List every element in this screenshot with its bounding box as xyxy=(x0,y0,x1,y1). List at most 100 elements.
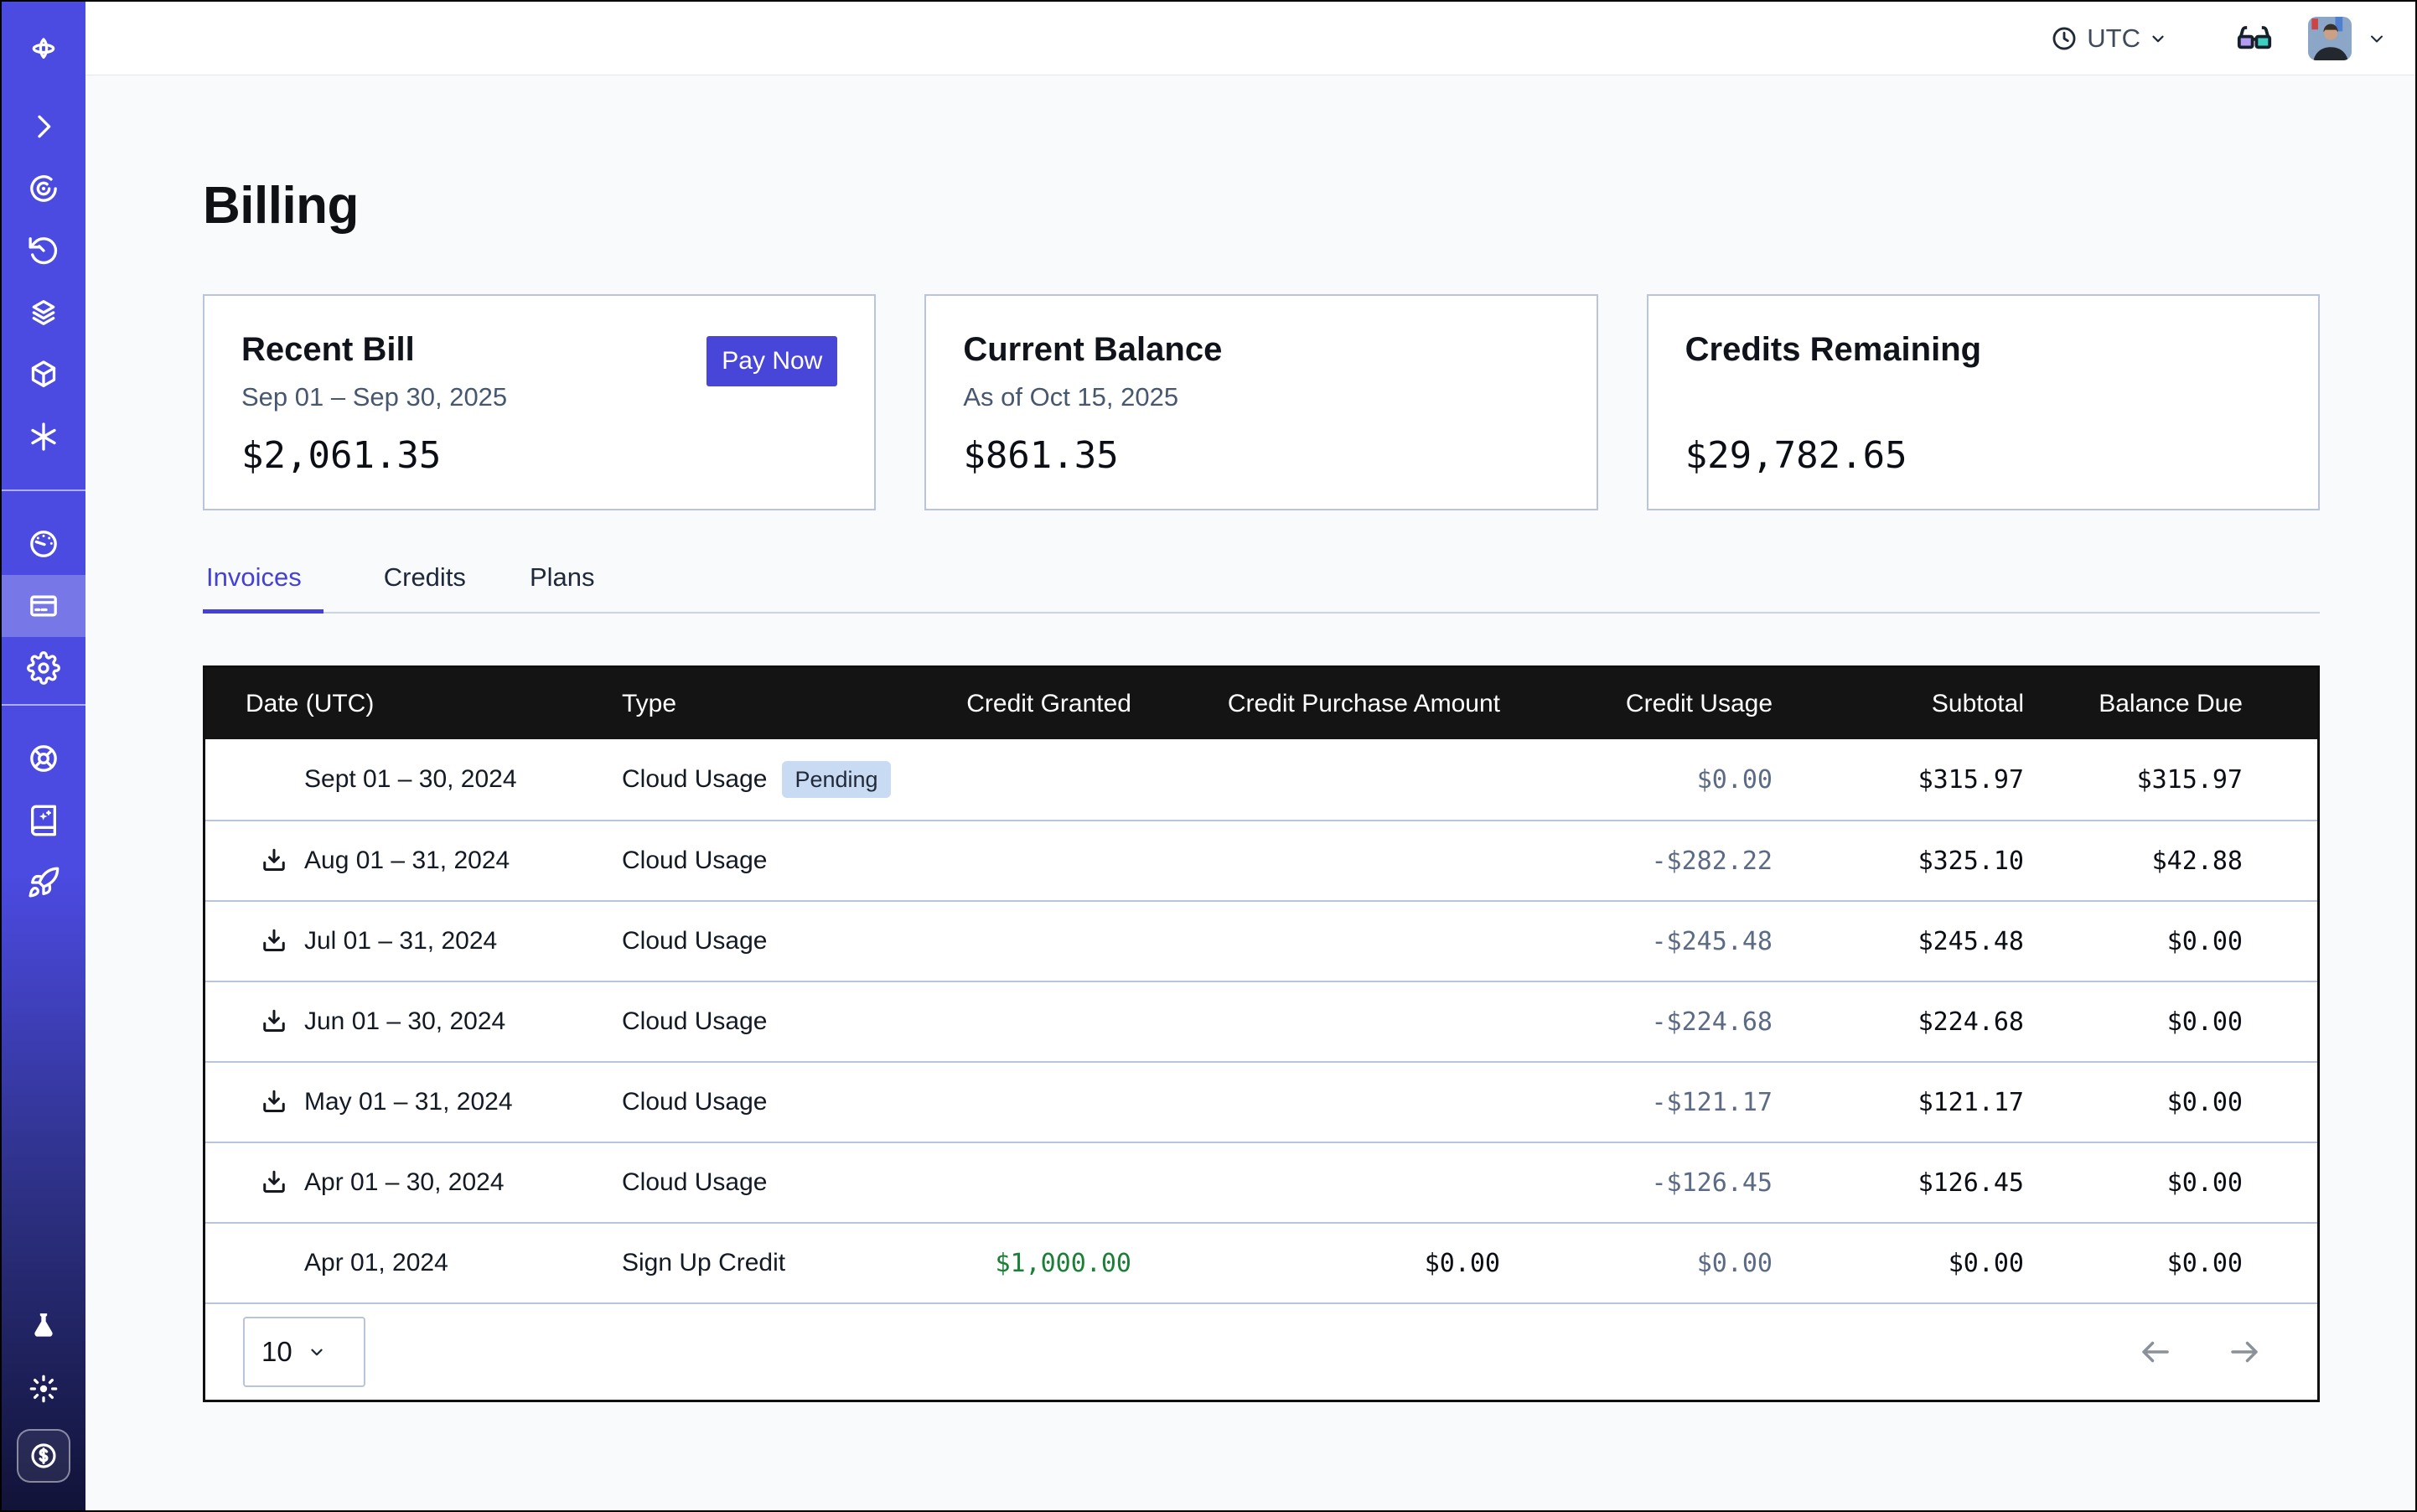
invoices-table: Date (UTC) Type Credit Granted Credit Pu… xyxy=(203,665,2320,1402)
clock-icon xyxy=(2050,24,2078,53)
sidebar-item-credits[interactable] xyxy=(2,1420,85,1492)
previous-page-button[interactable] xyxy=(2138,1334,2173,1370)
summary-cards: Recent Bill Sep 01 – Sep 30, 2025 $2,061… xyxy=(203,294,2320,510)
reader-mode-button[interactable] xyxy=(2234,18,2275,59)
account-menu-chevron-icon[interactable] xyxy=(2367,28,2387,49)
table-row: Jun 01 – 30, 2024 Cloud Usage -$224.68 $… xyxy=(205,981,2317,1061)
invoice-type: Cloud Usage xyxy=(622,765,767,794)
gauge-icon xyxy=(27,527,60,561)
page-size-value: 10 xyxy=(261,1336,292,1368)
invoice-type: Cloud Usage xyxy=(622,1168,767,1197)
subtotal: $126.45 xyxy=(1806,1168,2057,1198)
subtotal: $245.48 xyxy=(1806,927,2057,956)
timezone-label: UTC xyxy=(2087,23,2140,54)
credit-purchase: $0.00 xyxy=(1165,1249,1534,1278)
table-row: Apr 01 – 30, 2024 Cloud Usage -$126.45 $… xyxy=(205,1142,2317,1222)
page-title: Billing xyxy=(203,176,2320,236)
credit-usage: -$126.45 xyxy=(1534,1168,1806,1198)
billing-page: UTC Billing Recent Bill Sep 01 – Sep 30,… xyxy=(0,0,2417,1512)
sidebar-item-getting-started[interactable] xyxy=(2,852,85,914)
download-icon xyxy=(259,1007,289,1037)
download-invoice-button[interactable] xyxy=(257,1085,291,1119)
credit-usage: -$121.17 xyxy=(1534,1088,1806,1117)
app-logo[interactable] xyxy=(2,8,85,96)
sidebar-item-labs[interactable] xyxy=(2,1296,85,1358)
column-header-credit-granted: Credit Granted xyxy=(951,690,1165,718)
sidebar-item-settings[interactable] xyxy=(2,637,85,699)
credit-granted: $1,000.00 xyxy=(951,1249,1165,1278)
download-icon xyxy=(259,1087,289,1117)
flask-icon xyxy=(27,1310,60,1344)
layers-icon xyxy=(27,296,60,329)
next-page-button[interactable] xyxy=(2227,1334,2262,1370)
sun-icon xyxy=(27,1372,60,1406)
balance-due: $42.88 xyxy=(2057,847,2321,876)
column-header-credit-usage: Credit Usage xyxy=(1534,690,1806,718)
credit-usage: $0.00 xyxy=(1534,765,1806,795)
table-row: May 01 – 31, 2024 Cloud Usage -$121.17 $… xyxy=(205,1061,2317,1142)
lifebuoy-icon xyxy=(27,742,60,775)
download-invoice-button[interactable] xyxy=(257,1166,291,1199)
download-icon xyxy=(259,1168,289,1198)
invoice-date: Apr 01 – 30, 2024 xyxy=(304,1168,505,1197)
cube-icon xyxy=(27,358,60,391)
sidebar-item-sessions[interactable] xyxy=(2,158,85,220)
dollar-seal-icon xyxy=(17,1429,70,1483)
balance-as-of: As of Oct 15, 2025 xyxy=(963,382,1559,412)
table-pagination: 10 xyxy=(205,1302,2317,1400)
download-invoice-button[interactable] xyxy=(257,844,291,878)
sidebar-item-templates[interactable] xyxy=(2,282,85,344)
billing-period: Sep 01 – Sep 30, 2025 xyxy=(241,382,837,412)
table-row: Sept 01 – 30, 2024 Cloud Usage Pending $0… xyxy=(205,739,2317,820)
invoice-type: Cloud Usage xyxy=(622,847,767,875)
tab-credits[interactable]: Credits xyxy=(380,562,469,614)
sidebar-item-sandboxes[interactable] xyxy=(2,344,85,406)
status-badge: Pending xyxy=(782,761,890,798)
column-header-credit-purchase: Credit Purchase Amount xyxy=(1165,690,1534,718)
column-header-date: Date (UTC) xyxy=(205,690,599,718)
recent-bill-card: Recent Bill Sep 01 – Sep 30, 2025 $2,061… xyxy=(203,294,876,510)
table-row: Jul 01 – 31, 2024 Cloud Usage -$245.48 $… xyxy=(205,900,2317,981)
sidebar-item-support[interactable] xyxy=(2,728,85,790)
subtotal: $315.97 xyxy=(1806,765,2057,795)
sidebar-item-history[interactable] xyxy=(2,220,85,282)
tab-plans[interactable]: Plans xyxy=(526,562,598,614)
gear-icon xyxy=(27,651,60,685)
download-invoice-button[interactable] xyxy=(257,924,291,958)
pay-now-button[interactable]: Pay Now xyxy=(706,336,837,386)
balance-due: $0.00 xyxy=(2057,1168,2321,1198)
download-slot-empty xyxy=(257,1246,291,1280)
topbar: UTC xyxy=(85,2,2415,75)
invoice-date: Jun 01 – 30, 2024 xyxy=(304,1007,505,1036)
chevron-down-icon xyxy=(2149,29,2167,48)
invoice-date: May 01 – 31, 2024 xyxy=(304,1088,513,1116)
subtotal: $0.00 xyxy=(1806,1249,2057,1278)
invoice-type: Sign Up Credit xyxy=(622,1249,785,1277)
timezone-selector[interactable]: UTC xyxy=(2050,23,2167,54)
download-icon xyxy=(259,926,289,956)
history-icon xyxy=(27,234,60,267)
glasses-icon xyxy=(2234,18,2275,59)
sidebar-spacer xyxy=(2,914,85,1296)
table-header: Date (UTC) Type Credit Granted Credit Pu… xyxy=(205,668,2317,739)
invoice-type: Cloud Usage xyxy=(622,1007,767,1036)
download-invoice-button[interactable] xyxy=(257,1005,291,1038)
current-balance-amount: $861.35 xyxy=(963,434,1118,477)
avatar[interactable] xyxy=(2308,17,2352,60)
invoice-date: Sept 01 – 30, 2024 xyxy=(304,765,517,794)
column-header-type: Type xyxy=(599,690,951,718)
sidebar-item-usage[interactable] xyxy=(2,513,85,575)
credit-usage: -$224.68 xyxy=(1534,1007,1806,1037)
sidebar-item-expand[interactable] xyxy=(2,96,85,158)
sidebar-item-billing[interactable] xyxy=(2,575,85,637)
sidebar-item-keys[interactable] xyxy=(2,406,85,468)
hypnotize-icon xyxy=(27,172,60,205)
tab-invoices[interactable]: Invoices xyxy=(203,562,323,614)
balance-due: $0.00 xyxy=(2057,927,2321,956)
sidebar-divider xyxy=(2,704,85,706)
sidebar-item-theme[interactable] xyxy=(2,1358,85,1420)
page-size-select[interactable]: 10 xyxy=(243,1317,365,1387)
credit-usage: -$245.48 xyxy=(1534,927,1806,956)
sidebar-item-docs[interactable] xyxy=(2,790,85,852)
current-balance-card: Current Balance As of Oct 15, 2025 $861.… xyxy=(924,294,1597,510)
